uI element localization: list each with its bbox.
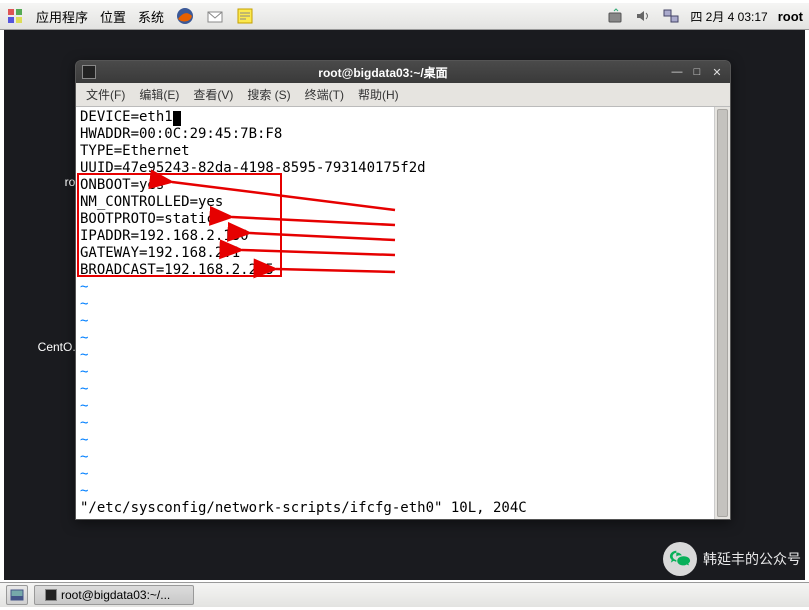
close-button[interactable]: ✕ (710, 65, 724, 79)
scrollbar-thumb[interactable] (717, 109, 728, 517)
window-titlebar[interactable]: root@bigdata03:~/桌面 — □ ✕ (76, 61, 730, 83)
menu-view[interactable]: 查看(V) (193, 86, 233, 103)
terminal-content[interactable]: DEVICE=eth1 HWADDR=00:0C:29:45:7B:F8 TYP… (76, 107, 714, 519)
vim-status-line: "/etc/sysconfig/network-scripts/ifcfg-et… (80, 500, 710, 517)
wechat-icon (663, 542, 697, 576)
menu-file[interactable]: 文件(F) (86, 86, 125, 103)
top-panel: 应用程序 位置 系统 四 2月 4 03:17 root (0, 0, 809, 30)
config-line: ONBOOT=yes (80, 177, 710, 194)
vim-tilde: ~ (80, 449, 710, 466)
note-icon[interactable] (236, 7, 254, 25)
vim-tilde: ~ (80, 381, 710, 398)
mail-icon[interactable] (206, 7, 224, 25)
menu-places[interactable]: 位置 (100, 7, 126, 26)
menu-search[interactable]: 搜索 (S) (247, 86, 290, 103)
vim-tilde: ~ (80, 432, 710, 449)
minimize-button[interactable]: — (670, 65, 684, 79)
menu-help[interactable]: 帮助(H) (358, 86, 399, 103)
bottom-panel: root@bigdata03:~/... (0, 582, 809, 610)
firefox-icon[interactable] (176, 7, 194, 25)
menu-applications[interactable]: 应用程序 (36, 7, 88, 26)
config-line: UUID=47e95243-82da-4198-8595-793140175f2… (80, 160, 710, 177)
config-line: BOOTPROTO=static (80, 211, 710, 228)
gnome-menu-icon (6, 7, 24, 25)
clock[interactable]: 四 2月 4 03:17 (690, 8, 767, 25)
show-desktop-button[interactable] (6, 585, 28, 605)
volume-icon[interactable] (634, 7, 652, 25)
user-menu[interactable]: root (778, 9, 803, 24)
vim-tilde: ~ (80, 330, 710, 347)
vim-tilde: ~ (80, 313, 710, 330)
text-cursor (173, 111, 181, 126)
config-line: NM_CONTROLLED=yes (80, 194, 710, 211)
window-menubar: 文件(F) 编辑(E) 查看(V) 搜索 (S) 终端(T) 帮助(H) (76, 83, 730, 107)
vim-tilde: ~ (80, 296, 710, 313)
config-line: DEVICE=eth1 (80, 109, 173, 125)
terminal-scrollbar[interactable] (714, 107, 730, 519)
vim-tilde: ~ (80, 398, 710, 415)
network-icon[interactable] (662, 7, 680, 25)
terminal-icon (82, 65, 96, 79)
updates-icon[interactable] (606, 7, 624, 25)
vim-tilde: ~ (80, 483, 710, 500)
watermark-text: 韩延丰的公众号 (703, 549, 801, 569)
config-line: TYPE=Ethernet (80, 143, 710, 160)
config-line: GATEWAY=192.168.2.1 (80, 245, 710, 262)
taskbar-item-terminal[interactable]: root@bigdata03:~/... (34, 585, 194, 605)
terminal-window: root@bigdata03:~/桌面 — □ ✕ 文件(F) 编辑(E) 查看… (75, 60, 731, 520)
vim-tilde: ~ (80, 279, 710, 296)
config-line: IPADDR=192.168.2.130 (80, 228, 710, 245)
taskbar-item-label: root@bigdata03:~/... (61, 588, 170, 602)
menu-system[interactable]: 系统 (138, 7, 164, 26)
maximize-button[interactable]: □ (690, 65, 704, 79)
vim-tilde: ~ (80, 466, 710, 483)
terminal-icon (45, 589, 57, 601)
config-line: BROADCAST=192.168.2.255 (80, 262, 710, 279)
vim-tilde: ~ (80, 364, 710, 381)
vim-tilde: ~ (80, 415, 710, 432)
menu-terminal[interactable]: 终端(T) (305, 86, 344, 103)
config-line: HWADDR=00:0C:29:45:7B:F8 (80, 126, 710, 143)
vim-tilde: ~ (80, 347, 710, 364)
wechat-watermark: 韩延丰的公众号 (663, 542, 801, 576)
menu-edit[interactable]: 编辑(E) (139, 86, 179, 103)
window-title: root@bigdata03:~/桌面 (96, 64, 670, 81)
